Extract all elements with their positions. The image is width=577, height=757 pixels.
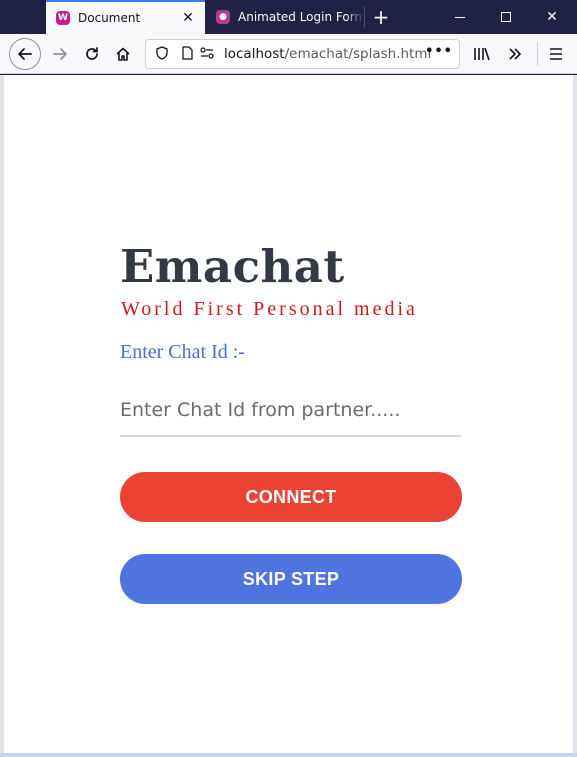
- library-icon: [474, 47, 490, 61]
- permissions-icon[interactable]: [198, 46, 216, 62]
- url-path: /emachat/splash.html: [284, 46, 432, 62]
- overflow-menu-button[interactable]: [499, 38, 531, 70]
- toolbar-divider: [537, 42, 538, 66]
- close-tab-icon[interactable]: ✕: [179, 10, 197, 26]
- minimize-button[interactable]: [437, 0, 483, 34]
- chat-id-label: Enter Chat Id :-: [120, 341, 245, 363]
- close-window-button[interactable]: ✕: [529, 0, 575, 34]
- tab-strip: W Document ✕ ● Animated Login Form + ✕: [0, 0, 577, 34]
- new-tab-plus-icon[interactable]: +: [370, 4, 392, 30]
- library-button[interactable]: [466, 38, 498, 70]
- minimize-icon: [455, 16, 465, 18]
- maximize-button[interactable]: [483, 0, 529, 34]
- page-content: Emachat World First Personal media Enter…: [4, 75, 573, 754]
- app-menu-button[interactable]: [540, 38, 572, 70]
- tab-animated-login-form[interactable]: ● Animated Login Form: [206, 0, 364, 34]
- home-icon: [116, 47, 130, 61]
- navigation-toolbar: localhost/emachat/splash.html •••: [0, 34, 577, 74]
- reload-icon: [86, 47, 98, 60]
- page-icon[interactable]: [178, 45, 196, 63]
- tab-title: Document: [78, 11, 141, 25]
- shield-icon[interactable]: [153, 45, 171, 63]
- page-actions-icon[interactable]: •••: [425, 44, 453, 59]
- tab-document[interactable]: W Document ✕: [46, 0, 205, 34]
- chat-id-input[interactable]: [120, 385, 461, 437]
- skip-step-button[interactable]: SKIP STEP: [120, 554, 462, 604]
- forward-arrow-icon: [53, 48, 67, 60]
- back-arrow-icon: [18, 48, 32, 60]
- connect-button[interactable]: CONNECT: [120, 472, 462, 522]
- maximize-icon: [501, 12, 511, 22]
- tagline: World First Personal media: [121, 298, 418, 320]
- back-button[interactable]: [9, 38, 41, 70]
- address-bar[interactable]: localhost/emachat/splash.html •••: [145, 39, 460, 69]
- window-frame-right: [573, 75, 577, 757]
- hamburger-menu-icon: [550, 48, 562, 60]
- forward-button[interactable]: [44, 38, 76, 70]
- tab-divider: [364, 6, 365, 28]
- window-frame-bottom: [0, 753, 577, 757]
- tab-title: Animated Login Form: [238, 10, 364, 24]
- reload-button[interactable]: [76, 38, 108, 70]
- app-favicon-icon: ●: [216, 10, 230, 24]
- close-window-icon: ✕: [546, 9, 558, 25]
- url-host: localhost: [224, 46, 285, 62]
- double-chevron-right-icon: [509, 48, 522, 60]
- brand-title: Emachat: [120, 240, 345, 293]
- home-button[interactable]: [107, 38, 139, 70]
- document-favicon-icon: W: [56, 11, 70, 25]
